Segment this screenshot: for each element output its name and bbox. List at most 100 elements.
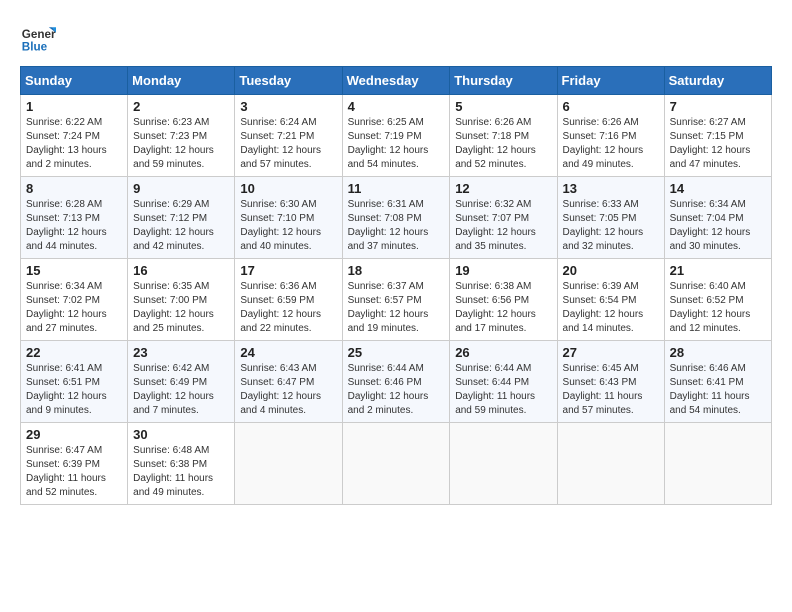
day-info: Sunrise: 6:23 AMSunset: 7:23 PMDaylight:…: [133, 116, 229, 172]
day-info: Sunrise: 6:24 AMSunset: 7:21 PMDaylight:…: [240, 116, 336, 172]
day-number: 16: [133, 263, 229, 278]
header-day-tuesday: Tuesday: [235, 67, 342, 95]
calendar-week-3: 15Sunrise: 6:34 AMSunset: 7:02 PMDayligh…: [21, 259, 772, 341]
calendar-cell: 25 Sunrise: 6:44 AMSunset: 6:46 PMDayligh…: [342, 341, 450, 423]
day-number: 20: [563, 263, 659, 278]
day-info: Sunrise: 6:46 AMSunset: 6:41 PMDaylight:…: [670, 362, 766, 418]
day-info: Sunrise: 6:48 AMSunset: 6:38 PMDaylight:…: [133, 444, 229, 500]
day-number: 26: [455, 345, 551, 360]
calendar-cell: 2 Sunrise: 6:23 AMSunset: 7:23 PMDaylight…: [128, 95, 235, 177]
calendar-cell: [235, 423, 342, 505]
day-number: 1: [26, 99, 122, 114]
day-number: 10: [240, 181, 336, 196]
day-number: 24: [240, 345, 336, 360]
calendar-cell: 8Sunrise: 6:28 AMSunset: 7:13 PMDaylight…: [21, 177, 128, 259]
day-number: 28: [670, 345, 766, 360]
day-info: Sunrise: 6:40 AMSunset: 6:52 PMDaylight:…: [670, 280, 766, 336]
day-info: Sunrise: 6:32 AMSunset: 7:07 PMDaylight:…: [455, 198, 551, 254]
calendar-cell: [342, 423, 450, 505]
calendar-cell: 6 Sunrise: 6:26 AMSunset: 7:16 PMDaylight…: [557, 95, 664, 177]
day-info: Sunrise: 6:39 AMSunset: 6:54 PMDaylight:…: [563, 280, 659, 336]
day-number: 2: [133, 99, 229, 114]
calendar-week-1: 1 Sunrise: 6:22 AMSunset: 7:24 PMDaylight…: [21, 95, 772, 177]
day-number: 19: [455, 263, 551, 278]
day-info: Sunrise: 6:26 AMSunset: 7:16 PMDaylight:…: [563, 116, 659, 172]
calendar-table: SundayMondayTuesdayWednesdayThursdayFrid…: [20, 66, 772, 505]
calendar-cell: 7 Sunrise: 6:27 AMSunset: 7:15 PMDaylight…: [664, 95, 771, 177]
day-info: Sunrise: 6:43 AMSunset: 6:47 PMDaylight:…: [240, 362, 336, 418]
day-info: Sunrise: 6:25 AMSunset: 7:19 PMDaylight:…: [348, 116, 445, 172]
calendar-cell: 13 Sunrise: 6:33 AMSunset: 7:05 PMDayligh…: [557, 177, 664, 259]
day-info: Sunrise: 6:26 AMSunset: 7:18 PMDaylight:…: [455, 116, 551, 172]
calendar-cell: 3 Sunrise: 6:24 AMSunset: 7:21 PMDaylight…: [235, 95, 342, 177]
calendar-cell: 19 Sunrise: 6:38 AMSunset: 6:56 PMDayligh…: [450, 259, 557, 341]
day-info: Sunrise: 6:28 AMSunset: 7:13 PMDaylight:…: [26, 198, 122, 254]
calendar-cell: 28 Sunrise: 6:46 AMSunset: 6:41 PMDayligh…: [664, 341, 771, 423]
day-number: 5: [455, 99, 551, 114]
day-number: 22: [26, 345, 122, 360]
calendar-cell: 10 Sunrise: 6:30 AMSunset: 7:10 PMDayligh…: [235, 177, 342, 259]
day-info: Sunrise: 6:44 AMSunset: 6:46 PMDaylight:…: [348, 362, 445, 418]
day-number: 29: [26, 427, 122, 442]
day-number: 13: [563, 181, 659, 196]
day-number: 7: [670, 99, 766, 114]
day-info: Sunrise: 6:27 AMSunset: 7:15 PMDaylight:…: [670, 116, 766, 172]
header-day-sunday: Sunday: [21, 67, 128, 95]
day-info: Sunrise: 6:34 AMSunset: 7:02 PMDaylight:…: [26, 280, 122, 336]
calendar-cell: 9Sunrise: 6:29 AMSunset: 7:12 PMDaylight…: [128, 177, 235, 259]
calendar-cell: 1 Sunrise: 6:22 AMSunset: 7:24 PMDaylight…: [21, 95, 128, 177]
day-info: Sunrise: 6:34 AMSunset: 7:04 PMDaylight:…: [670, 198, 766, 254]
day-info: Sunrise: 6:41 AMSunset: 6:51 PMDaylight:…: [26, 362, 122, 418]
day-info: Sunrise: 6:38 AMSunset: 6:56 PMDaylight:…: [455, 280, 551, 336]
svg-text:Blue: Blue: [22, 41, 48, 54]
header-day-friday: Friday: [557, 67, 664, 95]
calendar-cell: 26Sunrise: 6:44 AMSunset: 6:44 PMDayligh…: [450, 341, 557, 423]
day-info: Sunrise: 6:33 AMSunset: 7:05 PMDaylight:…: [563, 198, 659, 254]
day-number: 4: [348, 99, 445, 114]
day-number: 21: [670, 263, 766, 278]
day-number: 14: [670, 181, 766, 196]
day-number: 11: [348, 181, 445, 196]
calendar-body: 1 Sunrise: 6:22 AMSunset: 7:24 PMDaylight…: [21, 95, 772, 505]
day-info: Sunrise: 6:47 AMSunset: 6:39 PMDaylight:…: [26, 444, 122, 500]
logo: General Blue: [20, 20, 60, 56]
calendar-cell: [664, 423, 771, 505]
day-number: 27: [563, 345, 659, 360]
header-day-thursday: Thursday: [450, 67, 557, 95]
calendar-cell: 15Sunrise: 6:34 AMSunset: 7:02 PMDayligh…: [21, 259, 128, 341]
day-number: 17: [240, 263, 336, 278]
day-number: 23: [133, 345, 229, 360]
day-number: 18: [348, 263, 445, 278]
calendar-cell: 16Sunrise: 6:35 AMSunset: 7:00 PMDayligh…: [128, 259, 235, 341]
logo-icon: General Blue: [20, 20, 56, 56]
svg-text:General: General: [22, 28, 56, 41]
calendar-cell: [557, 423, 664, 505]
header-day-wednesday: Wednesday: [342, 67, 450, 95]
day-number: 12: [455, 181, 551, 196]
day-number: 9: [133, 181, 229, 196]
calendar-cell: 29 Sunrise: 6:47 AMSunset: 6:39 PMDayligh…: [21, 423, 128, 505]
day-number: 25: [348, 345, 445, 360]
calendar-cell: 30Sunrise: 6:48 AMSunset: 6:38 PMDayligh…: [128, 423, 235, 505]
calendar-week-2: 8Sunrise: 6:28 AMSunset: 7:13 PMDaylight…: [21, 177, 772, 259]
calendar-cell: 20 Sunrise: 6:39 AMSunset: 6:54 PMDayligh…: [557, 259, 664, 341]
day-info: Sunrise: 6:36 AMSunset: 6:59 PMDaylight:…: [240, 280, 336, 336]
calendar-cell: 22 Sunrise: 6:41 AMSunset: 6:51 PMDayligh…: [21, 341, 128, 423]
day-info: Sunrise: 6:30 AMSunset: 7:10 PMDaylight:…: [240, 198, 336, 254]
day-info: Sunrise: 6:22 AMSunset: 7:24 PMDaylight:…: [26, 116, 122, 172]
calendar-cell: 12 Sunrise: 6:32 AMSunset: 7:07 PMDayligh…: [450, 177, 557, 259]
calendar-cell: 14 Sunrise: 6:34 AMSunset: 7:04 PMDayligh…: [664, 177, 771, 259]
calendar-cell: 24 Sunrise: 6:43 AMSunset: 6:47 PMDayligh…: [235, 341, 342, 423]
header-day-saturday: Saturday: [664, 67, 771, 95]
calendar-cell: 17 Sunrise: 6:36 AMSunset: 6:59 PMDayligh…: [235, 259, 342, 341]
day-number: 3: [240, 99, 336, 114]
day-number: 6: [563, 99, 659, 114]
day-info: Sunrise: 6:31 AMSunset: 7:08 PMDaylight:…: [348, 198, 445, 254]
page-header: General Blue: [20, 20, 772, 56]
day-info: Sunrise: 6:42 AMSunset: 6:49 PMDaylight:…: [133, 362, 229, 418]
calendar-week-5: 29 Sunrise: 6:47 AMSunset: 6:39 PMDayligh…: [21, 423, 772, 505]
header-day-monday: Monday: [128, 67, 235, 95]
calendar-header-row: SundayMondayTuesdayWednesdayThursdayFrid…: [21, 67, 772, 95]
calendar-cell: 4 Sunrise: 6:25 AMSunset: 7:19 PMDaylight…: [342, 95, 450, 177]
calendar-cell: 27Sunrise: 6:45 AMSunset: 6:43 PMDayligh…: [557, 341, 664, 423]
